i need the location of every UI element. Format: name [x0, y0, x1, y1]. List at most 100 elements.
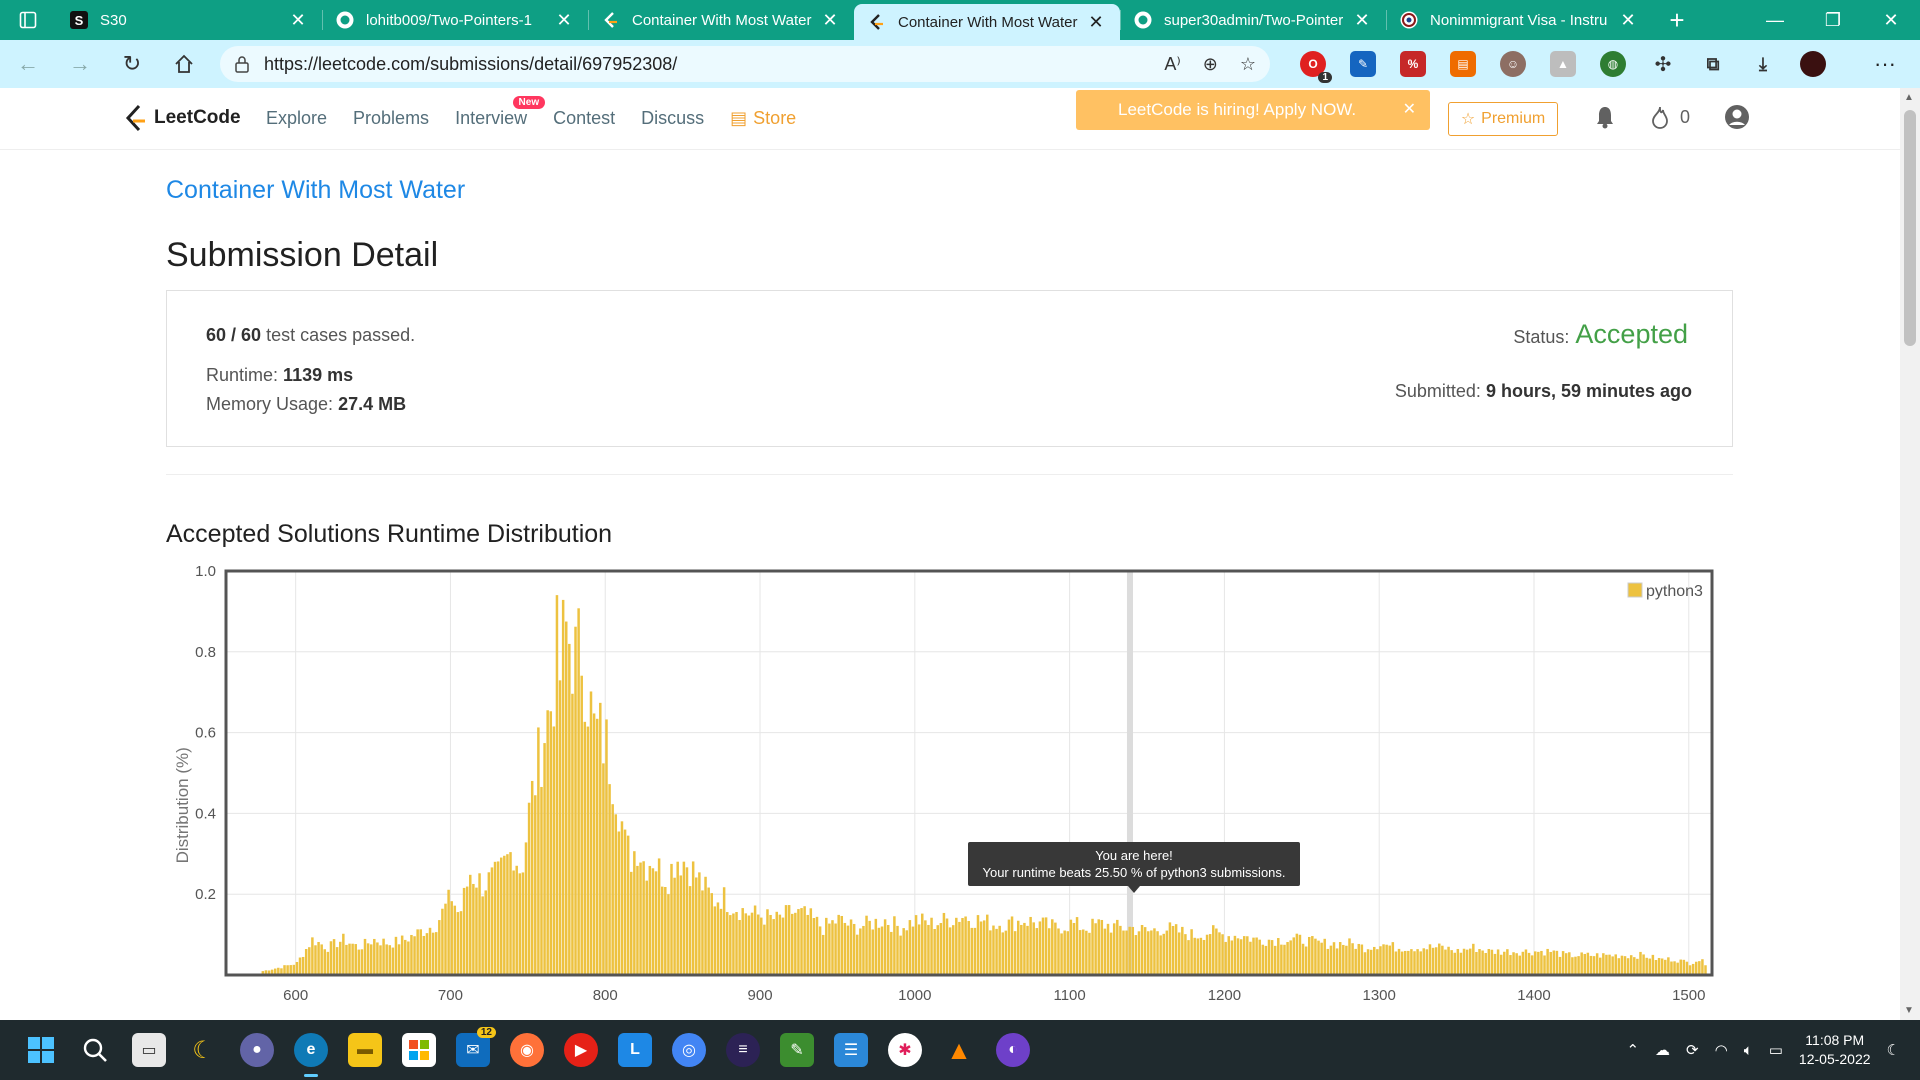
file-explorer-icon[interactable]: ▬ — [348, 1033, 382, 1067]
volume-icon[interactable]: 🔈︎ — [1744, 1042, 1753, 1059]
page-scrollbar[interactable]: ▲ ▼ — [1900, 88, 1920, 1020]
notepad-plus-icon[interactable]: ✎ — [780, 1033, 814, 1067]
close-banner-icon[interactable]: ✕ — [1403, 99, 1416, 119]
edge-browser-icon[interactable]: e — [294, 1033, 328, 1077]
new-tab-button[interactable]: + — [1652, 0, 1702, 40]
user-avatar-icon[interactable] — [1724, 104, 1750, 130]
forward-button[interactable]: → — [56, 40, 104, 88]
tab-actions-button[interactable] — [0, 0, 56, 40]
nav-store[interactable]: ▤ Store — [730, 108, 796, 129]
scrollbar-thumb[interactable] — [1904, 110, 1916, 346]
distribution-bar — [797, 909, 800, 975]
start-windows-icon[interactable] — [24, 1033, 58, 1067]
close-tab-icon[interactable]: ✕ — [820, 10, 840, 31]
taskbar-clock[interactable]: 11:08 PM 12-05-2022 — [1799, 1031, 1871, 1069]
task-view-icon[interactable]: ▭ — [132, 1033, 166, 1067]
distribution-bar — [1450, 950, 1453, 975]
opera-extension-icon[interactable]: O1 — [1300, 51, 1332, 83]
refresh-button[interactable]: ↻ — [108, 40, 156, 88]
honey-extension-icon[interactable]: % — [1400, 51, 1426, 77]
chevron-up-icon[interactable]: ⌃ — [1626, 1041, 1639, 1059]
distribution-bar — [317, 941, 320, 975]
add-favorite-icon[interactable]: ☆ — [1240, 54, 1256, 75]
nav-explore[interactable]: Explore — [266, 108, 327, 129]
l-app-icon[interactable]: L — [618, 1033, 652, 1067]
leetcode-logo[interactable]: LeetCode — [124, 104, 241, 132]
eclipse-icon[interactable]: ≡ — [726, 1033, 760, 1067]
pen-extension-icon[interactable]: ✎ — [1350, 51, 1376, 77]
distribution-bar — [886, 924, 890, 975]
site-header: LeetCode Explore Problems Interview New C… — [0, 88, 1900, 150]
home-button[interactable] — [160, 40, 208, 88]
browser-tab[interactable]: super30admin/Two-Pointer ✕ — [1120, 0, 1386, 40]
address-bar[interactable]: https://leetcode.com/submissions/detail/… — [220, 46, 1270, 82]
close-tab-icon[interactable]: ✕ — [1352, 10, 1372, 31]
zoom-icon[interactable]: ⊕ — [1203, 54, 1218, 75]
browser-tab[interactable]: lohitb009/Two-Pointers-1 ✕ — [322, 0, 588, 40]
more-options-icon[interactable]: ··· — [1874, 51, 1896, 77]
search-icon[interactable] — [78, 1033, 112, 1067]
distribution-bar — [738, 920, 741, 975]
nav-contest[interactable]: Contest — [553, 108, 615, 129]
notepad-icon[interactable]: ☰ — [834, 1033, 868, 1067]
browser-tab[interactable]: Nonimmigrant Visa - Instru ✕ — [1386, 0, 1652, 40]
read-aloud-icon[interactable]: A⁾ — [1164, 54, 1180, 75]
chrome-icon[interactable]: ◎ — [672, 1033, 706, 1067]
system-tray: ⌃ ☁ ⟳ ◠ 🔈︎ ▭ 11:08 PM 12-05-2022 ☾ — [1626, 1031, 1900, 1069]
triangle-extension-icon[interactable]: ▲ — [1550, 51, 1576, 77]
teams-chat-icon[interactable]: ● — [240, 1033, 274, 1067]
scroll-down-icon[interactable]: ▼ — [1904, 1005, 1914, 1016]
downloads-icon[interactable]: ⤓ — [1750, 51, 1776, 77]
extensions-puzzle-icon[interactable]: ✣ — [1650, 51, 1676, 77]
battery-icon[interactable]: ▭ — [1769, 1041, 1783, 1059]
premium-button[interactable]: ☆ Premium — [1448, 102, 1558, 136]
microsoft-store-icon[interactable] — [402, 1033, 436, 1067]
distribution-bar — [843, 922, 847, 975]
distribution-bar — [871, 929, 874, 975]
lock-icon[interactable] — [234, 55, 264, 73]
weather-moon-icon[interactable]: ☾ — [186, 1033, 220, 1067]
distribution-bar — [1044, 917, 1048, 975]
avatar-extension-icon[interactable]: ☺ — [1500, 51, 1526, 77]
nav-interview[interactable]: Interview New — [455, 96, 546, 129]
distribution-bar — [1326, 948, 1330, 975]
close-tab-icon[interactable]: ✕ — [288, 10, 308, 31]
scroll-up-icon[interactable]: ▲ — [1904, 92, 1914, 103]
collections-icon[interactable]: ⧉ — [1700, 51, 1726, 77]
hiring-banner[interactable]: LeetCode is hiring! Apply NOW. ✕ — [1076, 90, 1430, 130]
onedrive-cloud-icon[interactable]: ☁ — [1655, 1041, 1670, 1059]
minimize-icon[interactable]: — — [1746, 0, 1804, 40]
firefox-icon[interactable]: ◉ — [510, 1033, 544, 1067]
close-tab-icon[interactable]: ✕ — [1618, 10, 1638, 31]
distribution-bar — [1614, 954, 1617, 975]
distribution-bar — [314, 945, 317, 975]
wifi-icon[interactable]: ◠ — [1715, 1041, 1728, 1059]
browser-tab-active[interactable]: Container With Most Water ✕ — [854, 4, 1120, 40]
coins-counter[interactable]: 0 — [1650, 105, 1690, 129]
nav-discuss[interactable]: Discuss — [641, 108, 704, 129]
notification-moon-icon[interactable]: ☾ — [1887, 1041, 1900, 1059]
mail-icon[interactable]: ✉ 12 — [456, 1027, 496, 1067]
layout-extension-icon[interactable]: ▤ — [1450, 51, 1476, 77]
profile-avatar-icon[interactable] — [1800, 51, 1826, 77]
notification-bell-icon[interactable] — [1594, 105, 1616, 129]
close-window-icon[interactable]: ✕ — [1862, 0, 1920, 40]
url-text[interactable]: https://leetcode.com/submissions/detail/… — [264, 54, 1164, 75]
sync-icon[interactable]: ⟳ — [1686, 1041, 1699, 1059]
back-button[interactable]: ← — [4, 40, 52, 88]
address-bar-tools: A⁾ ⊕ ☆ — [1164, 54, 1256, 75]
nav-problems[interactable]: Problems — [353, 108, 429, 129]
youtube-music-icon[interactable]: ▶ — [564, 1033, 598, 1067]
close-tab-icon[interactable]: ✕ — [554, 10, 574, 31]
distribution-bar — [1335, 948, 1339, 975]
globe-extension-icon[interactable]: ◍ — [1600, 51, 1626, 77]
restore-icon[interactable]: ❐ — [1804, 0, 1862, 40]
browser-tab[interactable]: S S30 ✕ — [56, 0, 322, 40]
close-tab-icon[interactable]: ✕ — [1086, 12, 1106, 33]
slack-icon[interactable]: ✱ — [888, 1033, 922, 1067]
browser-tab[interactable]: Container With Most Water ✕ — [588, 0, 854, 40]
distribution-bar — [1026, 925, 1029, 975]
problem-title-link[interactable]: Container With Most Water — [166, 176, 465, 205]
vlc-icon[interactable]: ▲ — [942, 1033, 976, 1067]
github-desktop-icon[interactable]: ◐ — [996, 1033, 1030, 1067]
